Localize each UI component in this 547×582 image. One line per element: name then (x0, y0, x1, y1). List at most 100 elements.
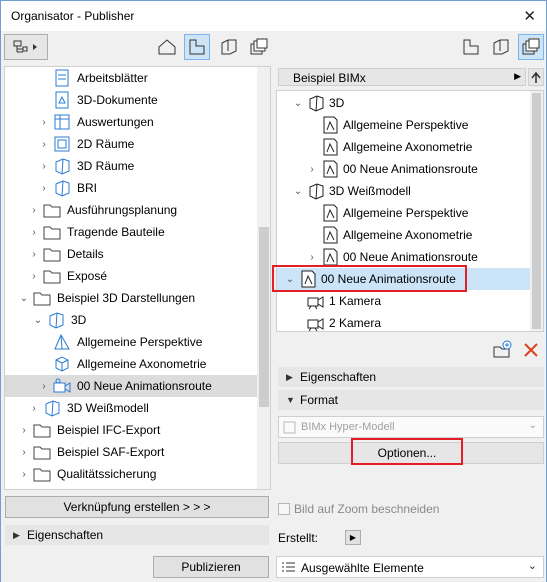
chevron-right-icon[interactable]: › (307, 252, 317, 263)
project-map-button[interactable] (154, 34, 180, 60)
right-view-map-button[interactable] (458, 34, 484, 60)
chevron-right-icon[interactable]: › (29, 227, 39, 238)
publisher-tree-row[interactable]: 1 Kamera (277, 290, 530, 312)
chevron-right-icon[interactable]: › (29, 205, 39, 216)
format-label: Format (300, 393, 339, 407)
options-button[interactable]: Optionen... (357, 443, 457, 463)
chevron-down-icon: ⌄ (527, 560, 537, 572)
chevron-right-icon[interactable]: › (39, 117, 49, 128)
3d-view-icon (53, 179, 71, 197)
layout-book-button[interactable] (216, 34, 242, 60)
publisher-tree-row[interactable]: Allgemeine Axonometrie (277, 136, 530, 158)
left-tree-row[interactable]: › 3D Räume (5, 155, 257, 177)
left-tree-row[interactable]: › Details (5, 243, 257, 265)
chevron-down-icon[interactable]: ⌄ (19, 293, 29, 304)
list-icon (282, 562, 295, 572)
publisher-tree-row[interactable]: Allgemeine Perspektive (277, 114, 530, 136)
create-shortcut-button[interactable]: Verknüpfung erstellen > > > (5, 496, 269, 518)
left-tree-row[interactable]: › Beispiel SAF-Export (5, 441, 257, 463)
publisher-tree-row[interactable]: › 00 Neue Animationsroute (277, 246, 530, 268)
left-tree-row[interactable]: › Tragende Bauteile (5, 221, 257, 243)
chevron-right-icon[interactable]: › (39, 161, 49, 172)
bottom-bar: Publizieren Ausgewählte Elemente ⌄ (1, 552, 546, 582)
chevron-right-icon[interactable]: › (39, 139, 49, 150)
publisher-tree-row[interactable]: 2 Kamera (277, 312, 530, 331)
left-tree-row[interactable]: Allgemeine Perspektive (5, 331, 257, 353)
publisher-tree-row[interactable]: › 00 Neue Animationsroute (277, 158, 530, 180)
chevron-down-icon[interactable]: ⌄ (293, 98, 303, 109)
left-tree-row[interactable]: › Auswertungen (5, 111, 257, 133)
chevron-down-icon[interactable]: ⌄ (293, 186, 303, 197)
chevron-right-icon[interactable]: › (19, 425, 29, 436)
publisher-tree-row[interactable]: Allgemeine Perspektive (277, 202, 530, 224)
right-publisher-sets-button[interactable] (518, 34, 544, 60)
left-tree-row[interactable]: 3D-Dokumente (5, 89, 257, 111)
3d-document-icon (321, 226, 339, 244)
new-folder-icon (493, 340, 512, 358)
tree-options-button[interactable] (4, 34, 48, 60)
publisher-tree-row[interactable]: Allgemeine Axonometrie (277, 224, 530, 246)
left-tree-row[interactable]: › 2D Räume (5, 133, 257, 155)
right-layout-book-button[interactable] (488, 34, 514, 60)
right-properties-header[interactable]: ▶ Eigenschaften (278, 367, 544, 387)
publish-scope-select[interactable]: Ausgewählte Elemente ⌄ (276, 556, 544, 578)
left-tree-row[interactable]: Arbeitsblätter (5, 67, 257, 89)
publisher-tree-row[interactable]: ⌄ 00 Neue Animationsroute (277, 268, 530, 290)
chevron-down-icon[interactable]: ⌄ (33, 315, 43, 326)
play-icon: ▶ (349, 533, 357, 542)
publisher-tree-row-label: 3D Weißmodell (329, 184, 411, 198)
view-map-icon (189, 39, 205, 55)
publisher-tree-row[interactable]: ⌄ 3D Weißmodell (277, 180, 530, 202)
left-tree-row[interactable]: › Exposé (5, 265, 257, 287)
left-tree-row[interactable]: › Beispiel IFC-Export (5, 419, 257, 441)
folder-icon (43, 201, 61, 219)
chevron-down-icon[interactable]: ⌄ (285, 274, 295, 285)
left-toolbar (4, 34, 270, 64)
publisher-sets-button[interactable] (246, 34, 272, 60)
folder-icon (33, 289, 51, 307)
chevron-right-icon[interactable]: › (19, 447, 29, 458)
chevron-right-icon[interactable]: › (19, 469, 29, 480)
folder-icon (43, 223, 61, 241)
left-tree-row[interactable]: ⌄ Beispiel 3D Darstellungen (5, 287, 257, 309)
left-tree-row[interactable]: › BRI (5, 177, 257, 199)
publish-button[interactable]: Publizieren (153, 556, 269, 578)
left-tree-row[interactable]: › Ausführungsplanung (5, 199, 257, 221)
new-folder-button[interactable] (492, 340, 512, 360)
left-tree-row[interactable]: › 3D Weißmodell (5, 397, 257, 419)
left-tree-scroll-thumb[interactable] (259, 227, 269, 407)
folder-icon (43, 267, 61, 285)
layout-book-icon (493, 39, 509, 55)
right-tree-scroll-thumb[interactable] (532, 93, 541, 329)
publisher-tree-row-label: Allgemeine Axonometrie (343, 140, 473, 154)
publisher-tree-row[interactable]: ⌄ 3D (277, 92, 530, 114)
caret-right-icon: ▶ (514, 71, 521, 81)
create-options-button[interactable]: ▶ (345, 530, 361, 545)
zoom-crop-checkbox[interactable] (278, 503, 290, 515)
left-properties-header[interactable]: ▶ Eigenschaften (5, 525, 269, 545)
chevron-right-icon[interactable]: › (29, 271, 39, 282)
up-level-button[interactable] (528, 68, 544, 86)
3d-document-icon (321, 248, 339, 266)
publisher-set-path[interactable]: Beispiel BIMx ▶ (278, 68, 526, 86)
publisher-sets-icon (250, 38, 268, 55)
left-tree-scrollbar[interactable] (257, 67, 270, 489)
left-tree-row-label: Allgemeine Perspektive (77, 335, 203, 349)
delete-x-icon (524, 343, 538, 357)
format-select[interactable]: BIMx Hyper-Modell ⌄ (278, 416, 544, 438)
chevron-right-icon[interactable]: › (307, 164, 317, 175)
view-map-button[interactable] (184, 34, 210, 60)
chevron-right-icon[interactable]: › (29, 249, 39, 260)
chevron-right-icon[interactable]: › (29, 403, 39, 414)
chevron-right-icon[interactable]: › (39, 183, 49, 194)
left-tree-row[interactable]: ⌄ 3D (5, 309, 257, 331)
format-header[interactable]: ▼ Format (278, 390, 544, 410)
delete-button[interactable] (521, 340, 541, 360)
close-icon[interactable]: ✕ (523, 7, 536, 25)
left-tree-row[interactable]: › 00 Neue Animationsroute (5, 375, 257, 397)
left-tree-row-label: Beispiel 3D Darstellungen (57, 291, 196, 305)
left-tree-row[interactable]: Allgemeine Axonometrie (5, 353, 257, 375)
left-tree-row[interactable]: › Qualitätssicherung (5, 463, 257, 485)
right-tree-scrollbar[interactable] (530, 91, 543, 331)
chevron-right-icon[interactable]: › (39, 381, 49, 392)
